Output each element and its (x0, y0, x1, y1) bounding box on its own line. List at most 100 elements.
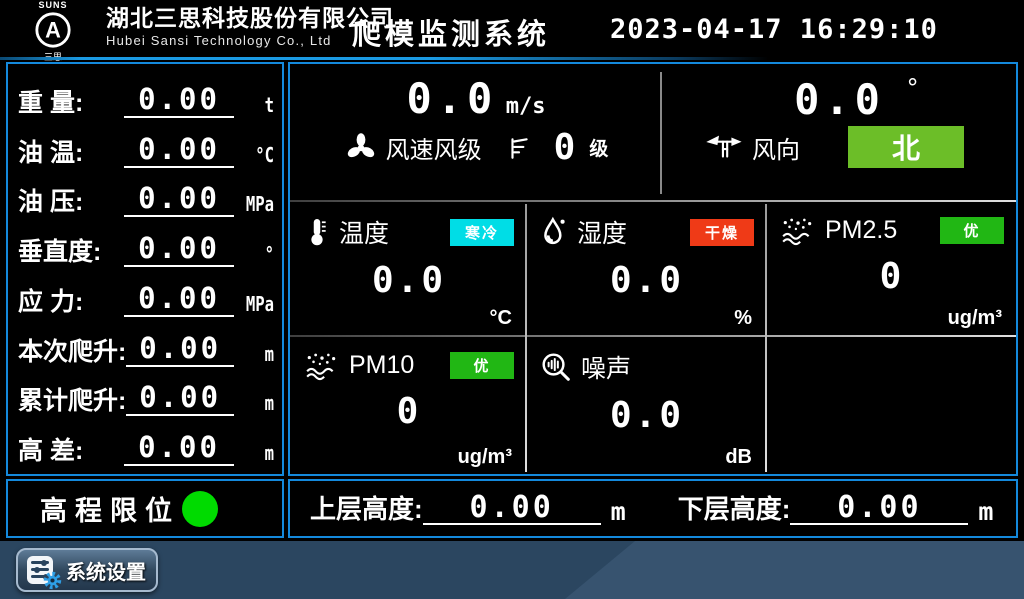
metric-row-oil-pressure: 油 压: 0.00 MPa (18, 171, 274, 217)
elevation-limit-status-indicator (182, 491, 218, 527)
upper-level-unit: m (611, 498, 626, 526)
company-name-en: Hubei Sansi Technology Co., Ltd (106, 34, 394, 49)
metric-row-total-climb: 累计爬升: 0.00 m (18, 370, 274, 416)
metric-value: 0.00 (124, 84, 234, 118)
wind-section: 0.0 m/s 风速风级 (290, 64, 1016, 200)
wind-speed-block: 0.0 m/s 风速风级 (290, 64, 662, 200)
wind-vane-icon (706, 132, 742, 162)
cell-label: PM2.5 (825, 216, 897, 245)
cell-empty (766, 335, 1016, 474)
fan-icon (344, 131, 378, 165)
cell-label: 温度 (339, 214, 389, 250)
company-name-block: 湖北三思科技股份有限公司 Hubei Sansi Technology Co.,… (106, 5, 394, 49)
lower-level-group: 下层高度: 0.00 m (678, 492, 994, 526)
metric-row-current-climb: 本次爬升: 0.00 m (18, 321, 274, 367)
company-name-cn: 湖北三思科技股份有限公司 (106, 5, 394, 31)
environment-panel: 0.0 m/s 风速风级 (288, 62, 1018, 476)
pm10-status-badge: 优 (450, 352, 514, 379)
wind-level-unit: 级 (589, 134, 608, 161)
level-heights-panel: 上层高度: 0.00 m 下层高度: 0.00 m (288, 479, 1018, 538)
metric-label: 本次爬升: (18, 337, 126, 367)
wind-direction-badge: 北 (848, 126, 964, 168)
datetime-display: 2023-04-17 16:29:10 (610, 14, 938, 45)
metric-value: 0.00 (124, 432, 234, 466)
metric-row-height-diff: 高 差: 0.00 m (18, 420, 274, 466)
cell-temperature: 温度 寒冷 0.0 °C (290, 204, 526, 335)
droplet-icon (540, 216, 568, 248)
svg-text:A: A (45, 18, 61, 43)
wind-level-value: 0 (554, 127, 576, 168)
metric-row-stress: 应 力: 0.00 MPa (18, 271, 274, 317)
metric-unit: m (243, 440, 274, 466)
metric-label: 重 量: (18, 88, 124, 118)
environment-grid: 温度 寒冷 0.0 °C 湿度 干燥 0.0 % (290, 204, 1016, 474)
wind-direction-value: 0.0 (794, 75, 885, 124)
cell-value: 0 (780, 256, 1004, 297)
cell-unit: dB (725, 446, 752, 469)
gear-icon (43, 571, 62, 590)
cell-label: PM10 (349, 351, 414, 380)
elevation-limit-panel: 高程限位 (6, 479, 284, 538)
upper-level-label: 上层高度: (310, 494, 423, 525)
metric-label: 油 压: (18, 187, 124, 217)
metric-unit: MPa (243, 191, 274, 217)
thermometer-icon (304, 216, 330, 248)
cell-value: 0.0 (304, 260, 514, 301)
dust-icon (780, 214, 816, 246)
noise-icon (540, 351, 572, 383)
wind-direction-block: 0.0 ° 风向 北 (662, 64, 1016, 200)
sansi-logo-icon: A (34, 11, 72, 49)
metric-value: 0.00 (124, 233, 234, 267)
metric-value: 0.00 (124, 283, 234, 317)
header-divider (0, 57, 1024, 60)
cell-unit: ug/m³ (458, 446, 512, 469)
metric-row-weight: 重 量: 0.00 t (18, 72, 274, 118)
page-title: 爬模监测系统 (352, 11, 550, 53)
cell-unit: °C (490, 307, 512, 330)
footer-bar: 系统设置 (0, 541, 1024, 599)
humidity-status-badge: 干燥 (690, 219, 754, 246)
climbing-formwork-monitor-screen: SUNS A 三思 湖北三思科技股份有限公司 Hubei Sansi Techn… (0, 0, 1024, 599)
wind-speed-value: 0.0 (406, 74, 497, 123)
cell-value: 0.0 (540, 260, 754, 301)
wind-divider (660, 72, 662, 194)
cell-noise: 噪声 0.0 dB (526, 335, 766, 474)
metric-unit: MPa (243, 291, 274, 317)
elevation-limit-label: 高程限位 (40, 489, 180, 528)
metric-unit: m (243, 390, 274, 416)
metric-value: 0.00 (124, 134, 234, 168)
logo-suns-text: SUNS (26, 1, 80, 10)
wind-level-icon (506, 135, 532, 161)
metric-row-verticality: 垂直度: 0.00 ° (18, 221, 274, 267)
cell-label: 噪声 (581, 349, 631, 385)
metric-label: 高 差: (18, 436, 124, 466)
temperature-status-badge: 寒冷 (450, 219, 514, 246)
cell-label: 湿度 (577, 214, 627, 250)
cell-value: 0.0 (540, 395, 754, 436)
metric-unit: ° (243, 241, 274, 267)
metric-value: 0.00 (124, 183, 234, 217)
metric-value: 0.00 (126, 333, 234, 367)
metric-unit: t (243, 92, 274, 118)
lower-level-value: 0.00 (790, 492, 968, 526)
cell-unit: % (734, 307, 752, 330)
company-logo: SUNS A 三思 (26, 1, 80, 62)
upper-level-value: 0.00 (423, 492, 601, 526)
metric-label: 垂直度: (18, 237, 124, 267)
metric-unit: °C (243, 142, 274, 168)
cell-unit: ug/m³ (948, 307, 1002, 330)
wind-speed-unit: m/s (506, 94, 546, 119)
settings-button-label: 系统设置 (66, 556, 146, 585)
metric-label: 应 力: (18, 287, 124, 317)
metric-label: 油 温: (18, 138, 124, 168)
cell-humidity: 湿度 干燥 0.0 % (526, 204, 766, 335)
cell-pm10: PM10 优 0 ug/m³ (290, 335, 526, 474)
cell-pm25: PM2.5 优 0 ug/m³ (766, 204, 1016, 335)
system-settings-button[interactable]: 系统设置 (16, 548, 158, 592)
lower-level-unit: m (978, 498, 993, 526)
wind-direction-label: 风向 (752, 130, 800, 165)
dust-icon (304, 349, 340, 381)
metric-value: 0.00 (126, 382, 234, 416)
upper-level-group: 上层高度: 0.00 m (310, 492, 626, 526)
metric-row-oil-temp: 油 温: 0.00 °C (18, 122, 274, 168)
